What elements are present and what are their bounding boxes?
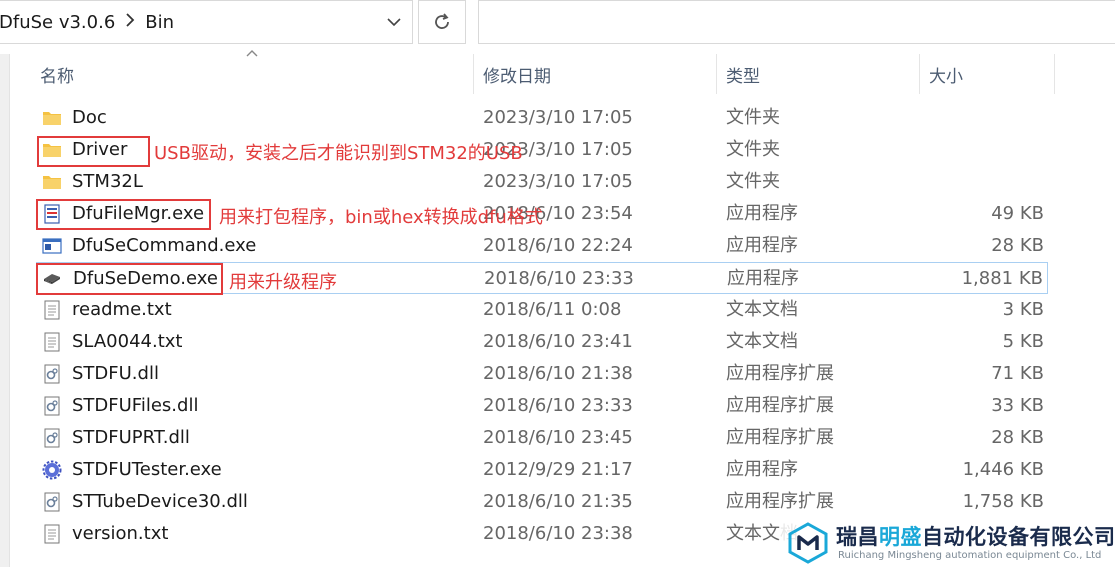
file-name: STDFUPRT.dll <box>72 427 190 448</box>
company-logo-icon <box>788 522 828 564</box>
dll-file-icon <box>44 428 60 448</box>
text-file-icon <box>44 332 60 352</box>
company-watermark: 瑞昌明盛自动化设备有限公司 Ruichang Mingsheng automat… <box>780 518 1115 567</box>
chevron-down-icon[interactable] <box>376 1 412 43</box>
file-name: STDFUFiles.dll <box>72 395 199 416</box>
file-size: 49 KB <box>991 203 1044 224</box>
breadcrumb-dfuse[interactable]: DfuSe v3.0.6 <box>0 12 115 33</box>
chevron-right-icon[interactable] <box>125 13 135 31</box>
folder-icon <box>43 112 61 125</box>
company-name-en: Ruichang Mingsheng automation equipment … <box>838 550 1102 561</box>
file-name: STM32L <box>72 171 143 192</box>
file-type: 应用程序扩展 <box>726 427 834 448</box>
column-header-date[interactable]: 修改日期 <box>471 54 716 94</box>
file-name: readme.txt <box>72 299 172 320</box>
file-date: 2018/6/10 23:38 <box>483 523 633 544</box>
file-date: 2018/6/11 0:08 <box>483 299 622 320</box>
file-name: STTubeDevice30.dll <box>72 491 248 512</box>
file-type: 应用程序扩展 <box>726 491 834 512</box>
annotation-demo: 用来升级程序 <box>229 272 337 293</box>
file-type: 应用程序 <box>726 459 798 480</box>
column-divider[interactable] <box>1054 54 1055 94</box>
file-size: 33 KB <box>991 395 1044 416</box>
file-date: 2023/3/10 17:05 <box>483 171 633 192</box>
company-name-cn: 瑞昌明盛自动化设备有限公司 <box>836 521 1115 551</box>
column-header-size[interactable]: 大小 <box>917 54 1052 94</box>
file-name: SLA0044.txt <box>72 331 183 352</box>
annotation-driver: USB驱动，安装之后才能识别到STM32的USB <box>154 143 523 164</box>
file-type: 应用程序扩展 <box>726 395 834 416</box>
file-size: 3 KB <box>1002 299 1044 320</box>
file-name: Doc <box>72 107 107 128</box>
annotation-filemgr: 用来打包程序，bin或hex转换成dfu格式 <box>219 207 543 228</box>
file-type: 文本文档 <box>726 331 798 352</box>
file-type: 文件夹 <box>726 171 780 192</box>
file-name: DfuSeCommand.exe <box>72 235 257 256</box>
file-row-readme[interactable]: readme.txt 2018/6/11 0:08 文本文档 3 KB <box>36 294 1048 326</box>
company-name-part: 自动化设备有限公司 <box>922 525 1115 549</box>
column-header-name[interactable]: 名称 <box>28 54 473 94</box>
dll-file-icon <box>44 364 60 384</box>
search-input[interactable] <box>478 0 1115 44</box>
file-size: 1,758 KB <box>962 491 1044 512</box>
text-file-icon <box>44 300 60 320</box>
file-row-sttubedevice30-dll[interactable]: STTubeDevice30.dll 2018/6/10 21:35 应用程序扩… <box>36 486 1048 518</box>
file-date: 2018/6/10 23:45 <box>483 427 633 448</box>
file-row-stdfu-dll[interactable]: STDFU.dll 2018/6/10 21:38 应用程序扩展 71 KB <box>36 358 1048 390</box>
file-date: 2018/6/10 23:33 <box>484 268 634 289</box>
folder-icon <box>43 176 61 189</box>
file-size: 28 KB <box>991 235 1044 256</box>
file-date: 2018/6/10 21:38 <box>483 363 633 384</box>
file-name: STDFUTester.exe <box>72 459 222 480</box>
file-name: STDFU.dll <box>72 363 159 384</box>
file-type: 应用程序 <box>727 268 799 289</box>
file-type: 文本文档 <box>726 299 798 320</box>
file-size: 1,881 KB <box>961 268 1043 289</box>
file-type: 应用程序 <box>726 235 798 256</box>
file-row-doc[interactable]: Doc 2023/3/10 17:05 文件夹 <box>36 102 1048 134</box>
console-app-icon <box>42 238 62 254</box>
file-row-stdfuprt-dll[interactable]: STDFUPRT.dll 2018/6/10 23:45 应用程序扩展 28 K… <box>36 422 1048 454</box>
file-date: 2018/6/10 21:35 <box>483 491 633 512</box>
address-bar[interactable]: DfuSe v3.0.6 Bin <box>0 0 413 44</box>
file-type: 文件夹 <box>726 107 780 128</box>
company-name-part: 明盛 <box>879 525 922 549</box>
file-row-sla0044[interactable]: SLA0044.txt 2018/6/10 23:41 文本文档 5 KB <box>36 326 1048 358</box>
annotation-box-driver <box>37 136 150 167</box>
text-file-icon <box>44 524 60 544</box>
file-type: 应用程序 <box>726 203 798 224</box>
file-size: 5 KB <box>1002 331 1044 352</box>
column-headers: 名称 修改日期 类型 大小 <box>28 54 1058 94</box>
breadcrumb-bin[interactable]: Bin <box>145 12 174 33</box>
file-size: 1,446 KB <box>962 459 1044 480</box>
file-date: 2018/6/10 23:33 <box>483 395 633 416</box>
file-type: 文件夹 <box>726 139 780 160</box>
file-date: 2018/6/10 23:41 <box>483 331 633 352</box>
gear-app-icon <box>42 460 62 480</box>
file-row-stdfufiles-dll[interactable]: STDFUFiles.dll 2018/6/10 23:33 应用程序扩展 33… <box>36 390 1048 422</box>
annotation-box-dfusedemo <box>36 263 223 295</box>
dll-file-icon <box>44 492 60 512</box>
file-date: 2018/6/10 22:24 <box>483 235 633 256</box>
file-date: 2012/9/29 21:17 <box>483 459 633 480</box>
company-name-part: 瑞昌 <box>836 525 879 549</box>
refresh-icon <box>435 13 449 29</box>
address-bar-row: DfuSe v3.0.6 Bin <box>0 0 1115 46</box>
annotation-box-dfufilemgr <box>36 199 211 230</box>
file-size: 28 KB <box>991 427 1044 448</box>
file-row-stdfutester[interactable]: STDFUTester.exe 2012/9/29 21:17 应用程序 1,4… <box>36 454 1048 486</box>
file-size: 71 KB <box>991 363 1044 384</box>
file-name: version.txt <box>72 523 169 544</box>
refresh-button[interactable] <box>418 0 466 44</box>
dll-file-icon <box>44 396 60 416</box>
column-header-type[interactable]: 类型 <box>714 54 919 94</box>
file-type: 应用程序扩展 <box>726 363 834 384</box>
file-row-stm32l[interactable]: STM32L 2023/3/10 17:05 文件夹 <box>36 166 1048 198</box>
file-date: 2023/3/10 17:05 <box>483 107 633 128</box>
file-row-dfusecommand[interactable]: DfuSeCommand.exe 2018/6/10 22:24 应用程序 28… <box>36 230 1048 262</box>
nav-pane-edge[interactable] <box>0 54 10 567</box>
